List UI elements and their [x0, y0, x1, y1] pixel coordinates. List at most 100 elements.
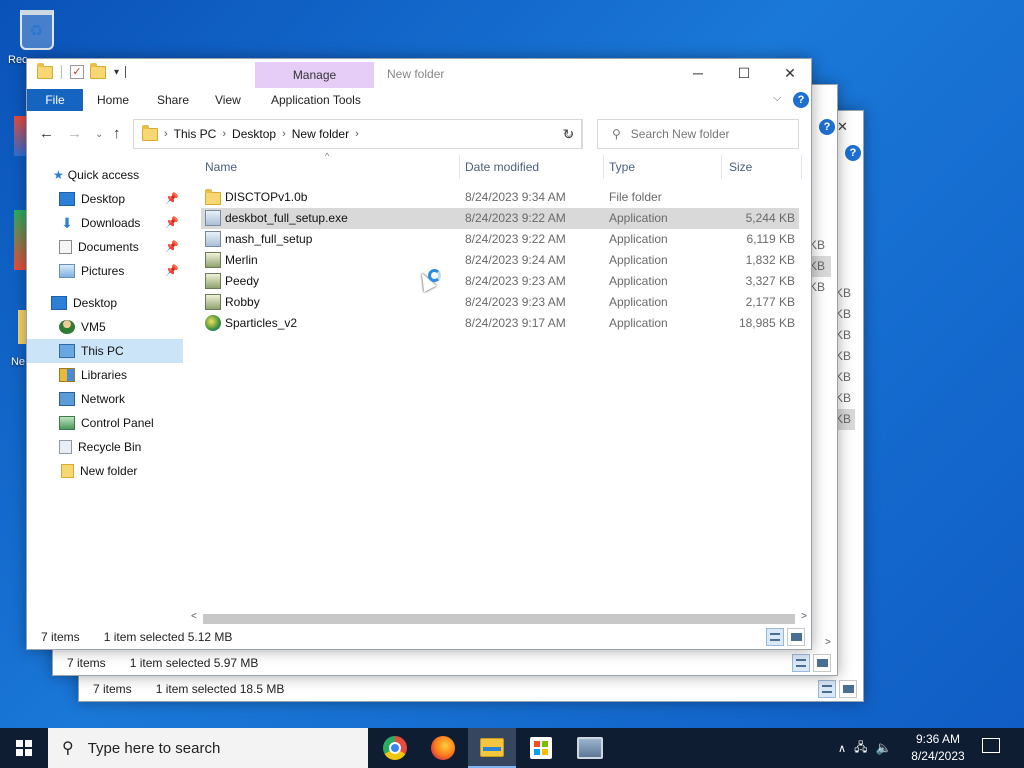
notifications-icon[interactable]: [982, 738, 1000, 753]
large-icons-view-button[interactable]: [813, 654, 831, 672]
column-separator[interactable]: [721, 155, 722, 179]
desktop-icon: [51, 296, 67, 310]
column-header-type[interactable]: Type: [609, 149, 635, 179]
clock-date: 8/24/2023: [911, 749, 965, 763]
nav-control-panel[interactable]: Control Panel: [27, 411, 183, 435]
details-view-button[interactable]: [766, 628, 784, 646]
title-bar[interactable]: ✓ ▾ Manage New folder ─ ☐ ✕: [27, 59, 811, 89]
column-separator[interactable]: [459, 155, 460, 179]
search-box[interactable]: ⚲ Search New folder: [597, 119, 799, 149]
close-icon[interactable]: ✕: [837, 119, 848, 135]
chevron-right-icon[interactable]: ›: [282, 128, 286, 140]
nav-network[interactable]: Network: [27, 387, 183, 411]
folder-icon: [61, 464, 74, 478]
breadcrumb-desktop[interactable]: Desktop: [232, 127, 276, 141]
column-header-name[interactable]: Name: [205, 149, 237, 179]
recycle-bin-icon: [59, 440, 72, 454]
taskbar-app-file-explorer[interactable]: [468, 728, 516, 768]
network-icon[interactable]: 🖧: [854, 738, 867, 759]
column-header-date[interactable]: Date modified: [465, 149, 539, 179]
scrollbar-thumb[interactable]: [203, 614, 795, 624]
nav-this-pc[interactable]: This PC: [27, 339, 183, 363]
file-row[interactable]: Robby 8/24/2023 9:23 AM Application 2,17…: [201, 292, 799, 313]
taskbar-search-box[interactable]: ⚲ Type here to search: [48, 728, 368, 768]
file-date: 8/24/2023 9:23 AM: [465, 274, 566, 288]
help-icon[interactable]: ?: [793, 92, 809, 108]
file-row[interactable]: Merlin 8/24/2023 9:24 AM Application 1,8…: [201, 250, 799, 271]
properties-icon[interactable]: ✓: [70, 65, 84, 79]
recent-locations-icon[interactable]: ⌄: [95, 129, 103, 140]
chevron-right-icon[interactable]: ›: [222, 128, 226, 140]
show-hidden-icons-icon[interactable]: ∧: [838, 742, 846, 755]
start-button[interactable]: [0, 728, 48, 768]
nav-desktop[interactable]: Desktop: [27, 291, 183, 315]
nav-libraries[interactable]: Libraries: [27, 363, 183, 387]
expand-ribbon-icon[interactable]: ⌵: [773, 92, 781, 105]
refresh-button[interactable]: ↻: [555, 119, 583, 149]
nav-label: New folder: [80, 464, 138, 478]
tab-home[interactable]: Home: [97, 89, 129, 111]
nav-recycle-bin[interactable]: Recycle Bin: [27, 435, 183, 459]
ribbon-tabs: File Home Share View Application Tools ⌵…: [27, 89, 811, 111]
minimize-button[interactable]: ─: [675, 59, 721, 89]
download-icon: ⬇: [61, 215, 73, 231]
help-icon[interactable]: ?: [845, 145, 861, 161]
breadcrumb-new-folder[interactable]: New folder: [292, 127, 349, 141]
chevron-right-icon: ›: [164, 128, 168, 140]
file-row[interactable]: DISCTOPv1.0b 8/24/2023 9:34 AM File fold…: [201, 187, 799, 208]
file-type: Application: [609, 211, 668, 225]
address-bar[interactable]: › This PC › Desktop › New folder › ⌵: [133, 119, 582, 149]
up-arrow-icon[interactable]: ↑: [113, 125, 121, 142]
tab-file[interactable]: File: [27, 89, 83, 111]
nav-quick-downloads[interactable]: ⬇ Downloads 📌: [27, 211, 183, 235]
nav-quick-desktop[interactable]: Desktop 📌: [27, 187, 183, 211]
chevron-right-icon[interactable]: ›: [355, 128, 359, 140]
maximize-button[interactable]: ☐: [721, 59, 767, 89]
explorer-window[interactable]: ✓ ▾ Manage New folder ─ ☐ ✕ File Home Sh…: [26, 58, 812, 650]
file-row[interactable]: Peedy 8/24/2023 9:23 AM Application 3,32…: [201, 271, 799, 292]
breadcrumb-this-pc[interactable]: This PC: [174, 127, 217, 141]
tab-application-tools[interactable]: Application Tools: [271, 89, 361, 111]
busy-spinner-icon: [428, 269, 441, 282]
nav-quick-access[interactable]: ★ Quick access: [27, 163, 183, 187]
pin-icon: 📌: [165, 265, 179, 277]
back-arrow-icon[interactable]: ←: [39, 125, 54, 142]
taskbar-app-firefox[interactable]: [419, 728, 467, 768]
new-folder-icon[interactable]: [90, 62, 106, 79]
nav-quick-documents[interactable]: Documents 📌: [27, 235, 183, 259]
column-header-size[interactable]: Size: [729, 149, 752, 179]
store-icon: [530, 737, 552, 759]
folder-icon: [142, 124, 158, 141]
file-row[interactable]: mash_full_setup 8/24/2023 9:22 AM Applic…: [201, 229, 799, 250]
scroll-left-arrow[interactable]: <: [191, 611, 197, 622]
taskbar-app-chrome[interactable]: [371, 728, 419, 768]
large-icons-view-button[interactable]: [787, 628, 805, 646]
nav-vm5[interactable]: VM5: [27, 315, 183, 339]
nav-new-folder[interactable]: New folder: [27, 459, 183, 483]
clock[interactable]: 9:36 AM 8/24/2023: [910, 731, 966, 765]
large-icons-view-button[interactable]: [839, 680, 857, 698]
file-row[interactable]: Sparticles_v2 8/24/2023 9:17 AM Applicat…: [201, 313, 799, 334]
column-separator[interactable]: [603, 155, 604, 179]
file-row-selected[interactable]: deskbot_full_setup.exe 8/24/2023 9:22 AM…: [201, 208, 799, 229]
forward-arrow-icon[interactable]: →: [67, 125, 82, 142]
recycle-bin-icon: [20, 10, 54, 50]
close-button[interactable]: ✕: [767, 59, 813, 89]
computer-icon: [59, 344, 75, 358]
scroll-right-arrow[interactable]: >: [801, 611, 807, 622]
details-view-button[interactable]: [792, 654, 810, 672]
column-separator[interactable]: [801, 155, 802, 179]
volume-icon[interactable]: 🔈: [875, 740, 891, 756]
tab-view[interactable]: View: [215, 89, 241, 111]
taskbar-app-other[interactable]: [566, 728, 614, 768]
details-view-button[interactable]: [818, 680, 836, 698]
nav-quick-pictures[interactable]: Pictures 📌: [27, 259, 183, 283]
scroll-right-arrow[interactable]: >: [825, 637, 831, 648]
customize-toolbar-icon[interactable]: ▾: [114, 67, 119, 78]
tab-share[interactable]: Share: [157, 89, 189, 111]
taskbar-app-store[interactable]: [517, 728, 565, 768]
tab-manage[interactable]: Manage: [255, 62, 374, 88]
file-date: 8/24/2023 9:24 AM: [465, 253, 566, 267]
help-icon[interactable]: ?: [819, 119, 835, 135]
view-buttons: [766, 628, 805, 646]
